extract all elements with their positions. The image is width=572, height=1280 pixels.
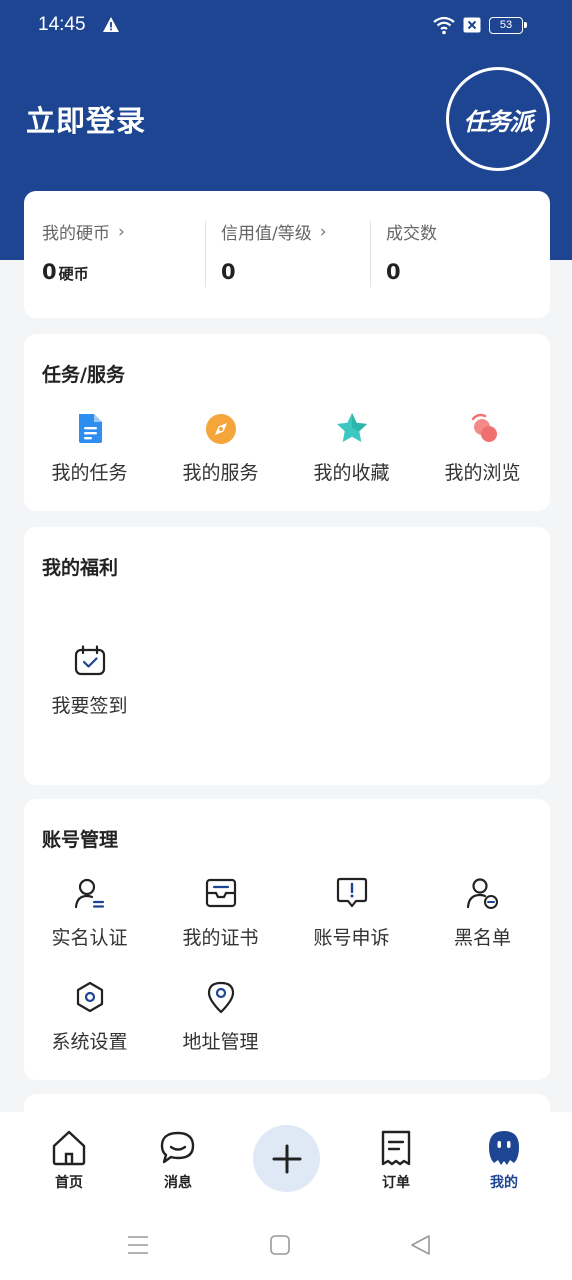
account-appeal-button[interactable]: 账号申诉 <box>286 876 417 950</box>
stat-deals: 成交数 0 <box>386 219 437 284</box>
address-management-label: 地址管理 <box>182 1031 259 1053</box>
home-square-icon[interactable] <box>269 1234 291 1256</box>
compass-icon <box>205 414 236 444</box>
add-button[interactable] <box>253 1125 320 1192</box>
warning-icon <box>103 17 119 32</box>
blacklist-label: 黑名单 <box>453 927 511 949</box>
address-management-button[interactable]: 地址管理 <box>155 980 286 1054</box>
stats-card: 我的硬币 › 0 硬币 信用值/等级 › 0 成交数 0 <box>24 191 550 318</box>
benefits-card: 我的福利 我要签到 <box>24 527 550 785</box>
check-in-label: 我要签到 <box>51 695 128 717</box>
login-button[interactable]: 立即登录 <box>26 98 146 140</box>
my-history-label: 我的浏览 <box>444 462 521 484</box>
stat-coins-value: 0 <box>42 260 57 284</box>
my-tasks-button[interactable]: 我的任务 <box>24 411 155 485</box>
nav-home[interactable]: 首页 <box>24 1128 114 1192</box>
section-title: 任务/服务 <box>42 364 125 386</box>
settings-icon <box>76 981 103 1013</box>
menu-icon[interactable] <box>127 1234 149 1256</box>
chevron-right-icon: › <box>319 221 327 242</box>
check-in-button[interactable]: 我要签到 <box>24 644 155 718</box>
no-sim-icon <box>463 17 481 33</box>
my-favorites-button[interactable]: 我的收藏 <box>286 411 417 485</box>
wifi-icon <box>433 16 455 35</box>
location-icon <box>207 981 234 1014</box>
chevron-right-icon: › <box>118 221 125 242</box>
my-services-label: 我的服务 <box>182 462 259 484</box>
section-title: 我的福利 <box>42 557 119 579</box>
tasks-services-card: 任务/服务 我的任务 我的服务 我的收藏 我的浏览 <box>24 334 550 511</box>
browse-icon <box>471 413 497 442</box>
status-bar: 14:45 53 <box>0 0 572 52</box>
my-favorites-label: 我的收藏 <box>313 462 390 484</box>
nav-messages[interactable]: 消息 <box>133 1128 223 1192</box>
account-card: 账号管理 实名认证 我的证书 账号申诉 黑名单 系统设置 地址管理 <box>24 799 550 1080</box>
stat-credit-label: 信用值/等级 <box>221 224 312 244</box>
star-icon <box>336 413 367 442</box>
order-icon <box>381 1130 411 1166</box>
system-settings-button[interactable]: 系统设置 <box>24 980 155 1054</box>
system-nav-bar <box>0 1212 572 1280</box>
stat-deals-value: 0 <box>386 260 401 284</box>
section-title: 账号管理 <box>42 829 119 851</box>
user-verify-icon <box>74 878 104 909</box>
real-name-auth-label: 实名认证 <box>51 927 128 949</box>
logo-text: 任务派 <box>463 107 534 136</box>
nav-home-label: 首页 <box>55 1175 83 1191</box>
blacklist-icon <box>466 878 498 909</box>
message-icon <box>160 1131 195 1164</box>
system-settings-label: 系统设置 <box>51 1031 128 1053</box>
nav-messages-label: 消息 <box>164 1175 192 1191</box>
real-name-auth-button[interactable]: 实名认证 <box>24 876 155 950</box>
blacklist-button[interactable]: 黑名单 <box>417 876 548 950</box>
stat-credit[interactable]: 信用值/等级 › 0 <box>221 219 327 285</box>
stat-deals-label: 成交数 <box>386 224 437 244</box>
my-services-button[interactable]: 我的服务 <box>155 411 286 485</box>
bottom-nav: 首页 消息 订单 我的 <box>0 1112 572 1212</box>
nav-profile-label: 我的 <box>490 1175 518 1191</box>
nav-orders-label: 订单 <box>382 1175 410 1191</box>
stat-coins-unit: 硬币 <box>58 265 89 283</box>
my-history-button[interactable]: 我的浏览 <box>417 411 548 485</box>
profile-icon <box>489 1131 519 1165</box>
nav-orders[interactable]: 订单 <box>351 1128 441 1192</box>
nav-profile[interactable]: 我的 <box>459 1128 549 1192</box>
stat-credit-value: 0 <box>221 260 236 284</box>
calendar-check-icon <box>74 645 105 676</box>
my-certificate-label: 我的证书 <box>182 927 259 949</box>
back-triangle-icon[interactable] <box>409 1234 431 1256</box>
appeal-icon <box>336 877 367 908</box>
my-tasks-label: 我的任务 <box>51 462 128 484</box>
document-icon <box>78 414 102 443</box>
divider <box>205 221 206 287</box>
certificate-icon <box>205 878 236 908</box>
plus-icon <box>272 1144 301 1173</box>
battery-indicator: 53 <box>489 17 527 34</box>
account-appeal-label: 账号申诉 <box>313 927 390 949</box>
stat-coins[interactable]: 我的硬币 › 0 硬币 <box>42 219 125 285</box>
home-icon <box>52 1130 86 1166</box>
status-time: 14:45 <box>38 14 86 35</box>
divider <box>370 221 371 287</box>
my-certificate-button[interactable]: 我的证书 <box>155 876 286 950</box>
app-logo: 任务派 <box>446 67 550 171</box>
stat-coins-label: 我的硬币 <box>42 224 110 244</box>
